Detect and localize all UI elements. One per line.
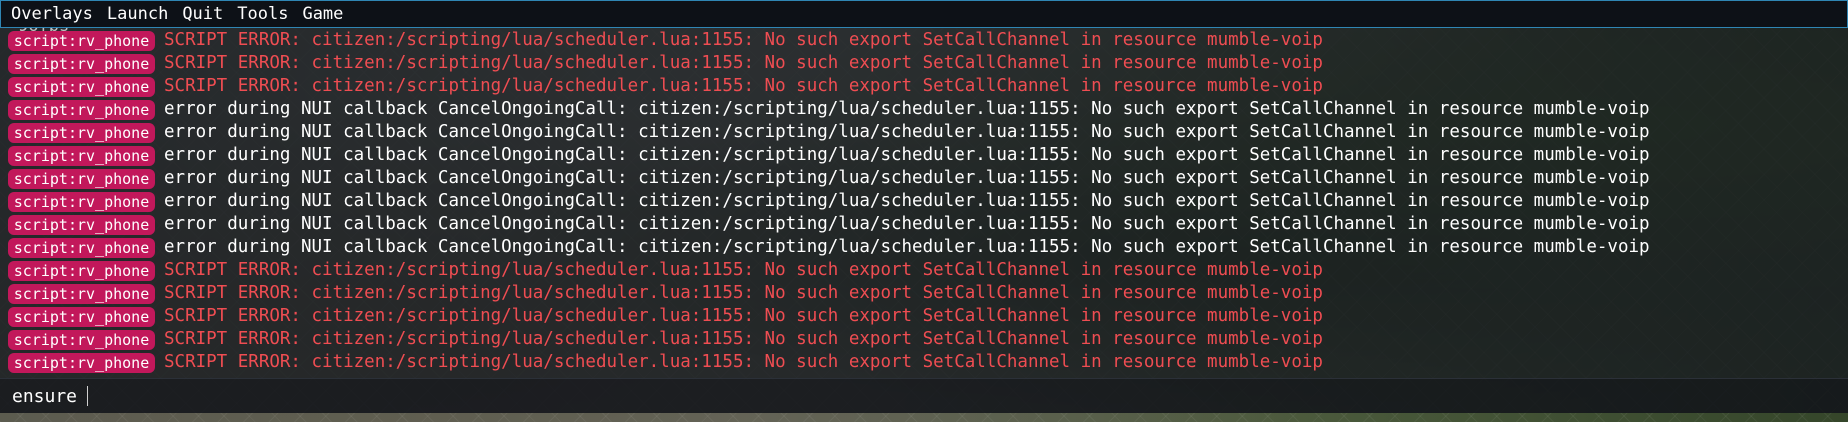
log-row: script:rv_phone error during NUI callback… bbox=[0, 144, 1848, 167]
menu-overlays[interactable]: Overlays bbox=[1, 1, 99, 27]
console-input-bar[interactable]: ensure bbox=[0, 378, 1848, 413]
menu-launch[interactable]: Launch bbox=[101, 1, 174, 27]
log-row: script:rv_phone SCRIPT ERROR: citizen:/sc… bbox=[0, 52, 1848, 75]
menu-game[interactable]: Game bbox=[296, 1, 349, 27]
dev-menubar: Overlays Launch Quit Tools Game bbox=[0, 0, 1848, 28]
log-message: error during NUI callback CancelOngoingC… bbox=[164, 122, 1650, 142]
channel-badge: script:rv_phone bbox=[8, 145, 155, 166]
channel-badge: script:rv_phone bbox=[8, 283, 155, 304]
channel-badge: script:rv_phone bbox=[8, 53, 155, 74]
channel-badge: script:rv_phone bbox=[8, 122, 155, 143]
channel-badge: script:rv_phone bbox=[8, 329, 155, 350]
log-row: script:rv_phone error during NUI callback… bbox=[0, 167, 1848, 190]
log-message: SCRIPT ERROR: citizen:/scripting/lua/sch… bbox=[164, 306, 1323, 326]
log-row: script:rv_phone error during NUI callback… bbox=[0, 236, 1848, 259]
log-message: error during NUI callback CancelOngoingC… bbox=[164, 99, 1650, 119]
log-row: script:rv_phone error during NUI callback… bbox=[0, 98, 1848, 121]
channel-badge: script:rv_phone bbox=[8, 30, 155, 51]
log-message: error during NUI callback CancelOngoingC… bbox=[164, 214, 1650, 234]
log-message: SCRIPT ERROR: citizen:/scripting/lua/sch… bbox=[164, 283, 1323, 303]
log-message: SCRIPT ERROR: citizen:/scripting/lua/sch… bbox=[164, 30, 1323, 50]
text-caret bbox=[87, 386, 89, 406]
channel-badge: script:rv_phone bbox=[8, 237, 155, 258]
log-message: SCRIPT ERROR: citizen:/scripting/lua/sch… bbox=[164, 76, 1323, 96]
log-message: error during NUI callback CancelOngoingC… bbox=[164, 168, 1650, 188]
channel-badge: script:rv_phone bbox=[8, 99, 155, 120]
log-row: script:rv_phone error during NUI callback… bbox=[0, 190, 1848, 213]
console-log-panel[interactable]: 96fps script:rv_phoneSCRIPT ERROR: citiz… bbox=[0, 28, 1848, 378]
log-row: script:rv_phone SCRIPT ERROR: citizen:/sc… bbox=[0, 305, 1848, 328]
channel-badge: script:rv_phone bbox=[8, 168, 155, 189]
log-row: script:rv_phone SCRIPT ERROR: citizen:/sc… bbox=[0, 29, 1848, 52]
menu-quit[interactable]: Quit bbox=[176, 1, 229, 27]
channel-badge: script:rv_phone bbox=[8, 352, 155, 373]
log-message: SCRIPT ERROR: citizen:/scripting/lua/sch… bbox=[164, 260, 1323, 280]
log-message: error during NUI callback CancelOngoingC… bbox=[164, 191, 1650, 211]
log-row: script:rv_phone SCRIPT ERROR: citizen:/sc… bbox=[0, 259, 1848, 282]
command-input[interactable]: ensure bbox=[12, 386, 77, 407]
channel-badge: script:rv_phone bbox=[8, 76, 155, 97]
log-row: script:rv_phone error during NUI callback… bbox=[0, 213, 1848, 236]
log-row: script:rv_phone SCRIPT ERROR: citizen:/sc… bbox=[0, 75, 1848, 98]
log-row: script:rv_phone error during NUI callback… bbox=[0, 121, 1848, 144]
log-message: SCRIPT ERROR: citizen:/scripting/lua/sch… bbox=[164, 53, 1323, 73]
log-message: SCRIPT ERROR: citizen:/scripting/lua/sch… bbox=[164, 329, 1323, 349]
log-message: error during NUI callback CancelOngoingC… bbox=[164, 237, 1650, 257]
log-row: script:rv_phone SCRIPT ERROR: citizen:/sc… bbox=[0, 282, 1848, 305]
log-row: script:rv_phone SCRIPT ERROR: citizen:/sc… bbox=[0, 351, 1848, 374]
channel-badge: script:rv_phone bbox=[8, 306, 155, 327]
log-message: error during NUI callback CancelOngoingC… bbox=[164, 145, 1650, 165]
log-list: script:rv_phone SCRIPT ERROR: citizen:/sc… bbox=[0, 29, 1848, 374]
log-row: script:rv_phone SCRIPT ERROR: citizen:/sc… bbox=[0, 328, 1848, 351]
channel-badge: script:rv_phone bbox=[8, 214, 155, 235]
log-message: SCRIPT ERROR: citizen:/scripting/lua/sch… bbox=[164, 352, 1323, 372]
channel-badge: script:rv_phone bbox=[8, 191, 155, 212]
channel-badge: script:rv_phone bbox=[8, 260, 155, 281]
menu-tools[interactable]: Tools bbox=[231, 1, 294, 27]
